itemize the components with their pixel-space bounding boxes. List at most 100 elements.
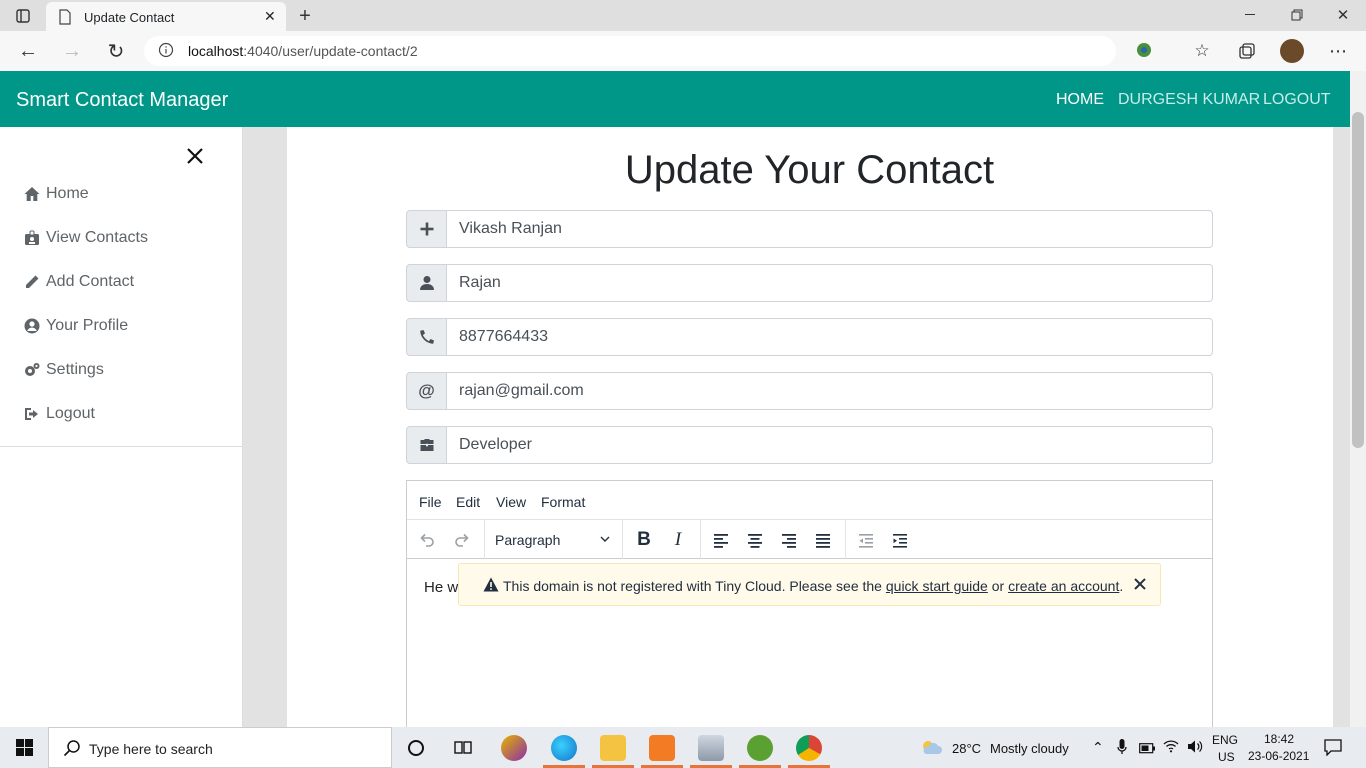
close-tab-icon[interactable]: ✕ [264, 8, 276, 25]
close-sidebar-icon[interactable] [186, 147, 204, 170]
chrome-icon[interactable] [796, 735, 822, 761]
more-options-icon[interactable]: ⋯ [1326, 39, 1350, 63]
back-icon[interactable]: ← [16, 39, 40, 63]
wifi-icon[interactable] [1163, 739, 1179, 758]
extension-icon[interactable] [1134, 40, 1154, 60]
search-icon [63, 739, 81, 760]
briefcase-icon [406, 426, 447, 464]
database-icon[interactable] [698, 735, 724, 761]
weather-temp[interactable]: 28°C [952, 741, 981, 756]
sidebar-item-label: View Contacts [46, 229, 148, 246]
microphone-icon[interactable] [1117, 739, 1127, 760]
search-placeholder: Type here to search [89, 741, 213, 757]
clock-time[interactable]: 18:42 [1264, 732, 1294, 746]
quick-start-guide-link[interactable]: quick start guide [886, 578, 988, 594]
sidebar-item-view-contacts[interactable]: View Contacts [24, 229, 148, 247]
sidebar-item-logout[interactable]: Logout [24, 405, 95, 423]
indent-icon[interactable] [888, 528, 912, 552]
xampp-icon[interactable] [649, 735, 675, 761]
align-center-icon[interactable] [743, 528, 767, 552]
align-right-icon[interactable] [777, 528, 801, 552]
chevron-down-icon[interactable] [599, 532, 611, 550]
redo-icon[interactable] [450, 528, 474, 552]
sidebar-item-settings[interactable]: Settings [24, 361, 104, 379]
spring-tool-suite-icon[interactable] [747, 735, 773, 761]
name-field-group: Vikash Ranjan [406, 210, 1213, 248]
collections-icon[interactable] [1236, 40, 1258, 62]
sidebar-divider [0, 446, 242, 447]
sidebar-item-home[interactable]: Home [24, 185, 89, 203]
volume-icon[interactable] [1187, 739, 1204, 759]
app-launcher-icon[interactable] [501, 735, 527, 761]
editor-content-text[interactable]: He w [424, 579, 458, 596]
language-indicator[interactable]: ENG [1212, 733, 1238, 747]
windows-taskbar: Type here to search 28°C Mostly cloudy ⌃… [0, 727, 1366, 768]
pencil-icon [26, 275, 39, 288]
bold-icon[interactable]: B [632, 528, 656, 552]
second-name-input[interactable]: Rajan [447, 264, 1213, 302]
menu-edit[interactable]: Edit [456, 494, 480, 510]
favorites-icon[interactable]: ☆ [1191, 40, 1213, 62]
tab-title: Update Contact [84, 10, 175, 25]
notice-text: This domain is not registered with Tiny … [503, 578, 882, 594]
page-scrollbar-thumb[interactable] [1352, 112, 1364, 448]
notice-or-text: or [991, 578, 1005, 594]
nav-home-link[interactable]: HOME [1056, 91, 1104, 109]
taskbar-search-box[interactable]: Type here to search [48, 727, 392, 768]
undo-icon[interactable] [415, 528, 439, 552]
work-input[interactable]: Developer [447, 426, 1213, 464]
block-format-select[interactable]: Paragraph [495, 532, 560, 548]
restore-icon[interactable] [1286, 5, 1308, 25]
cortana-icon[interactable] [407, 739, 425, 762]
refresh-icon[interactable]: ↻ [104, 39, 128, 63]
create-account-link[interactable]: create an account [1008, 578, 1119, 594]
task-view-icon[interactable] [454, 739, 472, 761]
warning-icon [483, 577, 499, 595]
editor-menubar: File Edit View Format [407, 481, 1212, 520]
weather-desc[interactable]: Mostly cloudy [990, 741, 1069, 756]
sidebar-item-label: Add Contact [46, 273, 135, 290]
notifications-icon[interactable] [1324, 739, 1342, 761]
edge-browser-icon[interactable] [551, 735, 577, 761]
clock-date[interactable]: 23-06-2021 [1248, 749, 1309, 763]
menu-format[interactable]: Format [541, 494, 585, 510]
battery-icon[interactable] [1139, 741, 1156, 759]
align-left-icon[interactable] [709, 528, 733, 552]
sidebar-item-your-profile[interactable]: Your Profile [24, 317, 128, 335]
name-input[interactable]: Vikash Ranjan [447, 210, 1213, 248]
tab-actions-icon[interactable] [14, 7, 32, 25]
new-tab-icon[interactable]: + [294, 5, 316, 27]
phone-input[interactable]: 8877664433 [447, 318, 1213, 356]
sidebar-item-add-contact[interactable]: Add Contact [24, 273, 134, 291]
email-field-group: @ rajan@gmail.com [406, 372, 1213, 410]
close-notice-icon[interactable] [1133, 577, 1147, 594]
sidebar-item-label: Home [46, 185, 89, 202]
email-input[interactable]: rajan@gmail.com [447, 372, 1213, 410]
cogs-icon [25, 363, 40, 376]
forward-icon[interactable]: → [60, 39, 84, 63]
notice-period: . [1119, 578, 1124, 594]
browser-tab[interactable]: Update Contact ✕ [46, 2, 286, 31]
menu-view[interactable]: View [496, 494, 526, 510]
chevron-up-icon[interactable]: ⌃ [1092, 739, 1104, 756]
nickname-field-group: Rajan [406, 264, 1213, 302]
tiny-cloud-notice: This domain is not registered with Tiny … [458, 563, 1161, 606]
site-info-icon[interactable] [158, 42, 174, 61]
windows-start-icon[interactable] [16, 739, 33, 761]
region-indicator[interactable]: US [1218, 750, 1235, 764]
nav-logout-link[interactable]: LOGOUT [1263, 91, 1331, 109]
address-bar[interactable]: localhost:4040/user/update-contact/2 [144, 36, 1116, 66]
italic-icon[interactable]: I [666, 528, 690, 552]
close-window-icon[interactable]: ✕ [1332, 5, 1354, 25]
phone-icon [406, 318, 447, 356]
menu-file[interactable]: File [419, 494, 442, 510]
minimize-icon[interactable] [1240, 5, 1262, 25]
file-explorer-icon[interactable] [600, 735, 626, 761]
outdent-icon[interactable] [854, 528, 878, 552]
page-icon [58, 9, 72, 28]
brand-title[interactable]: Smart Contact Manager [16, 89, 228, 112]
align-justify-icon[interactable] [811, 528, 835, 552]
weather-cloud-icon[interactable] [920, 739, 942, 760]
profile-avatar[interactable] [1280, 39, 1304, 63]
nav-user-link[interactable]: DURGESH KUMAR [1118, 91, 1260, 109]
